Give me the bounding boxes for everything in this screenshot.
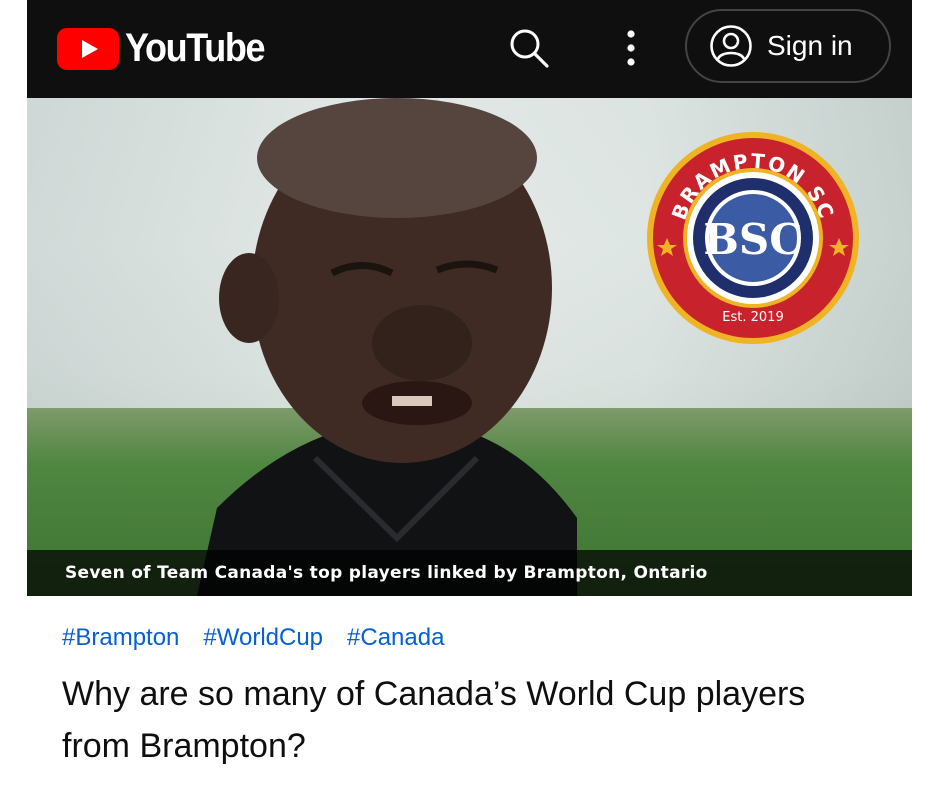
brand-name: YouTube — [125, 26, 266, 70]
video-player[interactable]: BRAMPTON SC BSC Est. 2019 Seven of Team … — [27, 98, 912, 596]
hashtag-link[interactable]: #WorldCup — [203, 624, 323, 652]
interviewee-figure — [197, 98, 577, 596]
badge-established: Est. 2019 — [722, 310, 783, 325]
sign-in-label: Sign in — [767, 30, 853, 61]
brampton-sc-badge: BRAMPTON SC BSC Est. 2019 — [647, 132, 859, 344]
search-icon — [510, 29, 549, 68]
sign-in-button[interactable]: Sign in — [685, 9, 891, 83]
youtube-logo[interactable]: YouTube — [57, 26, 280, 71]
hashtag-link[interactable]: #Canada — [347, 624, 444, 652]
more-vertical-icon — [627, 30, 635, 66]
page-frame: YouTube Sign in BRAMPTON SC BSC Est. 201… — [27, 0, 912, 788]
video-title: Why are so many of Canada’s World Cup pl… — [62, 675, 806, 765]
account-circle-icon — [710, 25, 752, 67]
video-caption: Seven of Team Canada's top players linke… — [27, 550, 912, 596]
youtube-play-icon — [57, 27, 119, 70]
badge-monogram: BSC — [703, 215, 802, 264]
more-options-button[interactable] — [617, 24, 645, 72]
hashtag-list: #Brampton #WorldCup #Canada — [62, 624, 444, 652]
hashtag-link[interactable]: #Brampton — [62, 624, 179, 652]
search-button[interactable] — [505, 24, 553, 72]
top-app-bar: YouTube Sign in — [27, 0, 912, 98]
